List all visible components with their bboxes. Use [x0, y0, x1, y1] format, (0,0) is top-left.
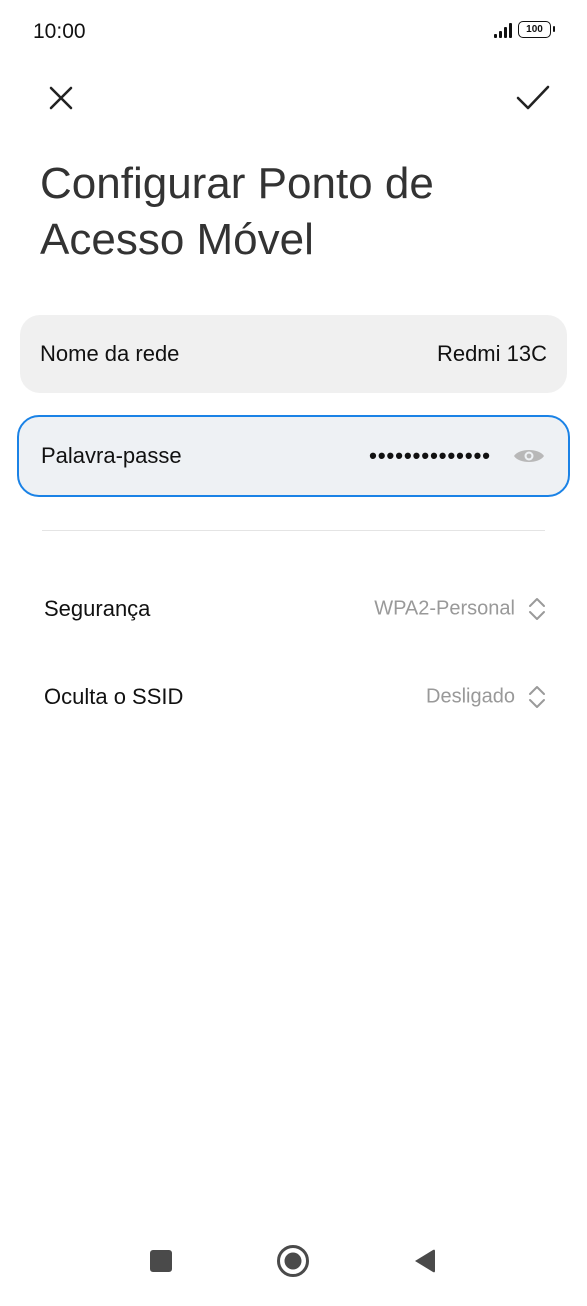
network-name-value[interactable]: Redmi 13C: [437, 341, 547, 367]
hide-ssid-setting-row[interactable]: Oculta o SSID Desligado: [44, 667, 547, 727]
network-name-label: Nome da rede: [40, 341, 180, 366]
section-divider: [42, 530, 545, 531]
network-name-field[interactable]: Nome da rede Redmi 13C: [20, 315, 567, 393]
back-button[interactable]: [399, 1236, 449, 1286]
battery-level: 100: [526, 24, 543, 35]
signal-bars-icon: [494, 22, 512, 38]
status-bar: 10:00 100: [0, 0, 587, 66]
page-title: Configurar Ponto de Acesso Móvel: [40, 159, 434, 264]
eye-icon: [514, 450, 544, 462]
hide-ssid-label: Oculta o SSID: [44, 684, 184, 709]
chevron-up-down-icon: [529, 598, 545, 620]
battery-icon: 100: [518, 21, 555, 38]
triangle-back-icon: [415, 1249, 435, 1273]
hide-ssid-value: Desligado: [426, 685, 515, 708]
security-setting-row[interactable]: Segurança WPA2-Personal: [44, 579, 547, 639]
security-label: Segurança: [44, 596, 151, 621]
password-input[interactable]: ••••••••••••••: [331, 443, 491, 469]
check-icon: [516, 85, 550, 110]
recents-button[interactable]: [136, 1236, 186, 1286]
status-icons: 100: [494, 21, 555, 38]
close-icon: [49, 86, 73, 110]
home-button[interactable]: [268, 1236, 318, 1286]
password-field[interactable]: Palavra-passe ••••••••••••••: [17, 415, 570, 497]
toggle-password-visibility-button[interactable]: [512, 444, 546, 468]
chevron-up-down-icon: [529, 686, 545, 708]
navigation-bar: [0, 1236, 587, 1286]
status-time: 10:00: [33, 20, 86, 43]
close-button[interactable]: [37, 74, 85, 122]
circle-icon: [277, 1245, 309, 1277]
security-value: WPA2-Personal: [374, 597, 515, 620]
confirm-button[interactable]: [509, 74, 557, 122]
square-icon: [150, 1250, 172, 1272]
password-label: Palavra-passe: [41, 443, 182, 468]
